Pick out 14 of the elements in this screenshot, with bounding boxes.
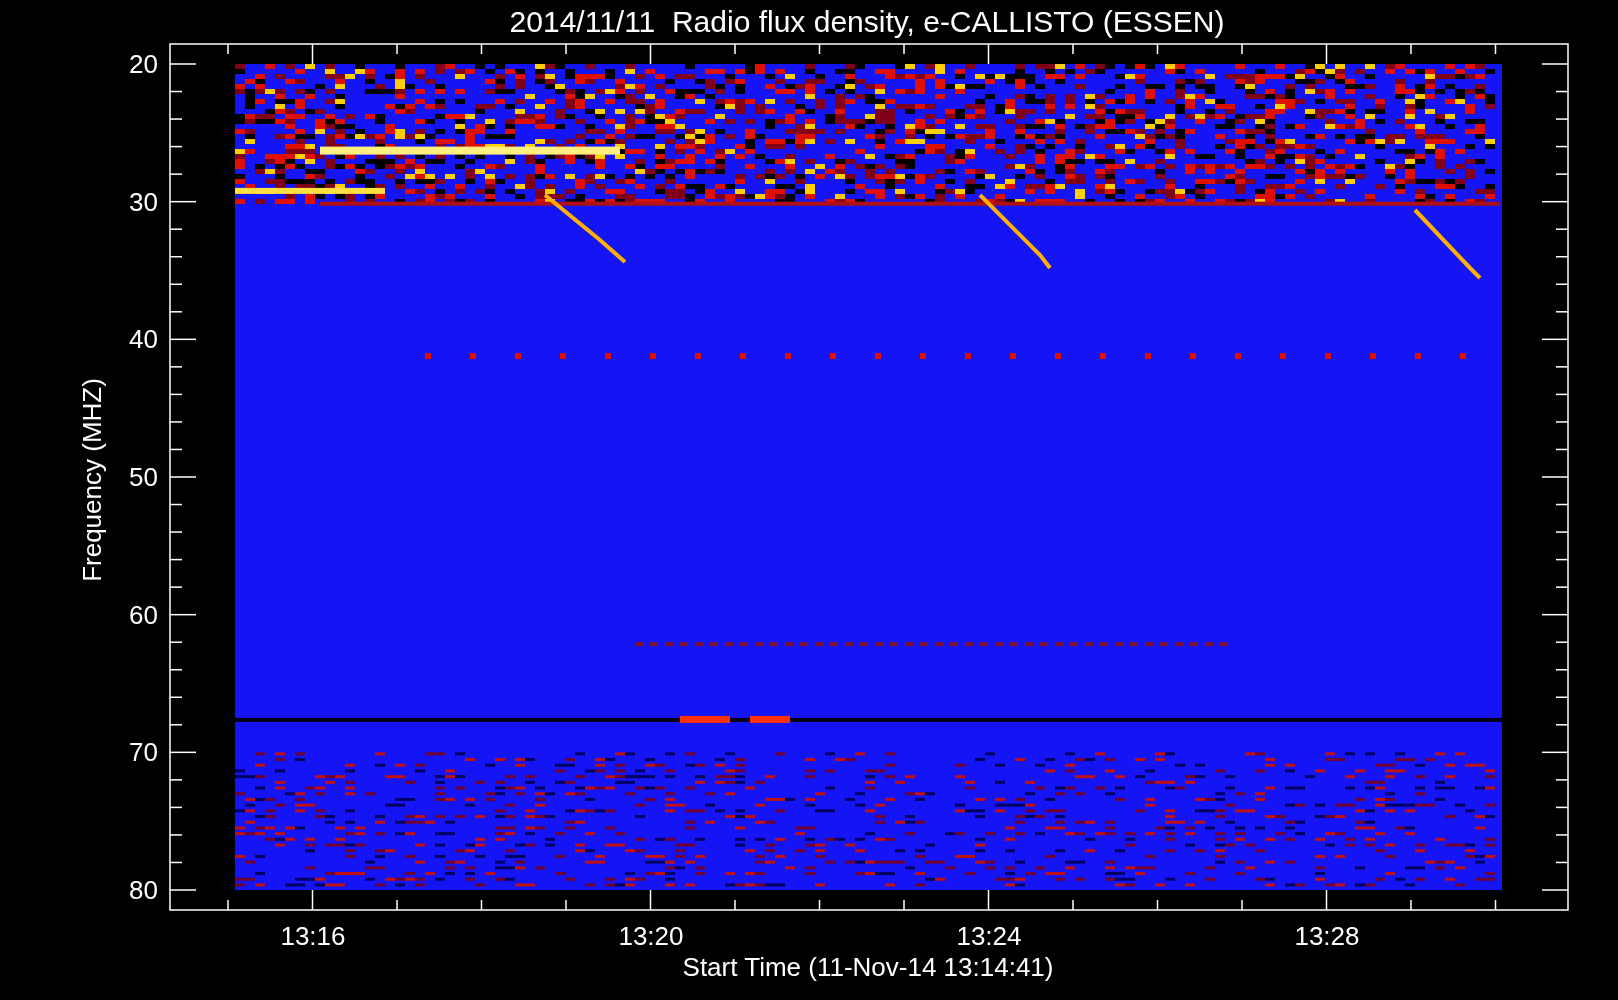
- x-tick-label: 13:28: [1294, 921, 1360, 951]
- x-tick-label: 13:20: [618, 921, 684, 951]
- x-tick-label: 13:24: [956, 921, 1022, 951]
- x-tick-label: 13:16: [280, 921, 346, 951]
- y-axis-label: Frequency (MHZ): [77, 378, 107, 582]
- y-tick-label: 30: [129, 186, 158, 217]
- y-tick-label: 20: [129, 49, 158, 79]
- y-tick-label: 80: [129, 875, 158, 905]
- y-tick-label: 70: [129, 737, 158, 768]
- plot-title: 2014/11/11 Radio flux density, e-CALLISTO (ESSEN): [509, 5, 1225, 38]
- x-axis-label: Start Time (11-Nov-14 13:14:41): [682, 952, 1054, 982]
- y-tick-label: 60: [129, 599, 158, 630]
- y-tick-label: 50: [129, 462, 158, 492]
- y-tick-label: 40: [129, 324, 158, 355]
